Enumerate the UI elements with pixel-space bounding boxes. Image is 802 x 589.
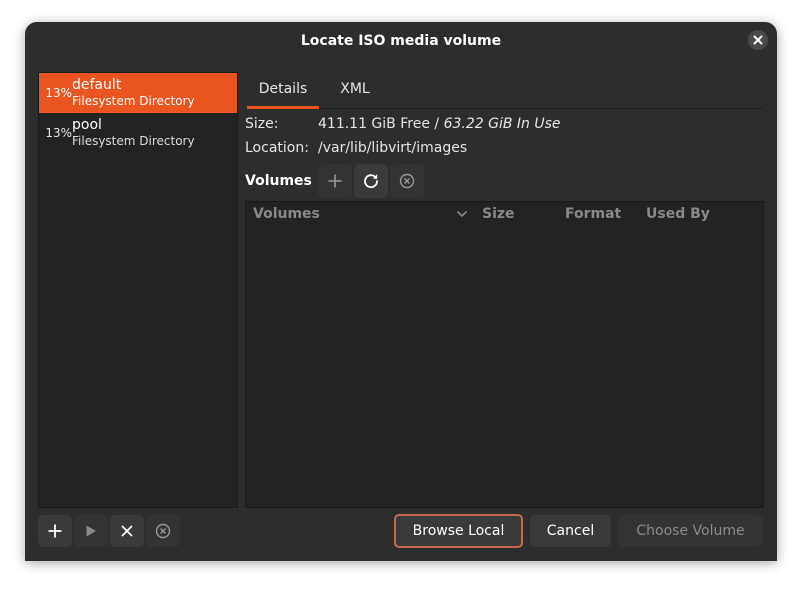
size-free-value: 411.11 GiB Free [318,116,430,132]
pool-item-pool[interactable]: 13% pool Filesystem Directory [39,113,237,153]
size-row: Size: 411.11 GiB Free / 63.22 GiB In Use [245,114,561,134]
pool-name: pool [72,117,102,133]
pool-usage-percent: 13% [45,126,72,140]
pool-usage-percent: 13% [45,86,72,100]
pool-type: Filesystem Directory [72,134,195,148]
delete-pool-button[interactable] [146,515,180,547]
delete-volume-button[interactable] [389,164,424,198]
refresh-icon [363,174,378,189]
refresh-volumes-button[interactable] [353,164,388,198]
location-row: Location: /var/lib/libvirt/images [245,138,467,158]
column-header-volumes[interactable]: Volumes [253,202,320,226]
sort-chevron-down-icon [456,210,468,218]
choose-volume-button[interactable]: Choose Volume [618,515,763,547]
column-header-used-by[interactable]: Used By [646,202,710,226]
volumes-label: Volumes [245,173,312,189]
column-header-size[interactable]: Size [482,202,515,226]
location-value: /var/lib/libvirt/images [318,140,468,156]
circle-x-icon [399,173,415,189]
size-label: Size: [245,116,279,132]
start-pool-button[interactable] [74,515,108,547]
title-bar: Locate ISO media volume [25,22,777,60]
cancel-button[interactable]: Cancel [530,515,611,547]
locate-iso-dialog: Locate ISO media volume 13% default File… [25,22,777,561]
close-icon [753,35,763,45]
plus-icon [328,174,342,188]
dialog-title: Locate ISO media volume [300,33,502,49]
close-button[interactable] [748,30,768,50]
tab-bar: Details XML [245,72,763,109]
plus-icon [48,524,62,538]
volumes-toolbar: Volumes [245,163,426,199]
pool-type: Filesystem Directory [72,94,195,108]
tab-xml[interactable]: XML [331,72,379,106]
size-separator: / [429,116,444,132]
size-used-value: 63.22 GiB In Use [443,116,561,132]
column-header-format[interactable]: Format [565,202,621,226]
x-icon [121,525,133,537]
pool-list: 13% default Filesystem Directory 13% poo… [38,72,238,508]
play-icon [86,525,96,537]
location-label: Location: [245,140,309,156]
stop-pool-button[interactable] [110,515,144,547]
circle-x-icon [155,523,171,539]
pool-item-default[interactable]: 13% default Filesystem Directory [39,73,237,113]
pool-name: default [72,77,122,93]
volumes-table[interactable]: Volumes Size Format Used By [245,201,764,508]
add-pool-button[interactable] [38,515,72,547]
add-volume-button[interactable] [317,164,352,198]
browse-local-button[interactable]: Browse Local [394,514,523,548]
tab-details[interactable]: Details [247,72,319,109]
